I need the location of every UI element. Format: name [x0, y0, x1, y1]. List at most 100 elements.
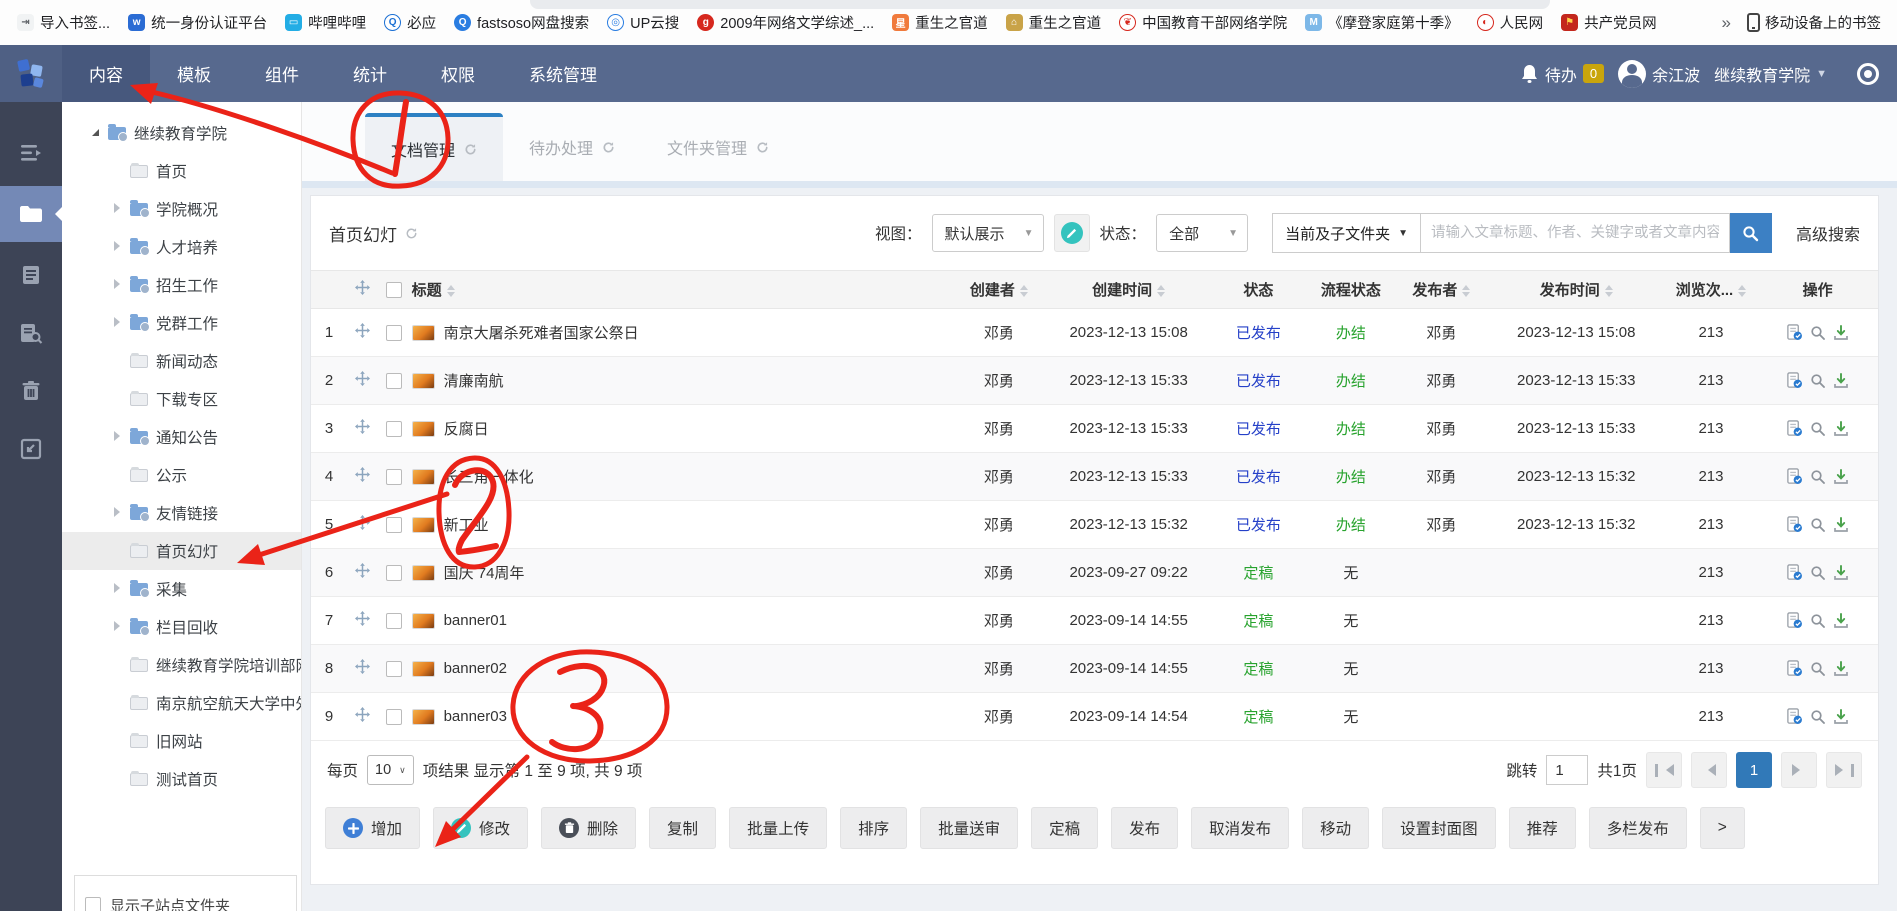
row-checkbox[interactable] [377, 308, 412, 357]
download-icon[interactable] [1833, 516, 1849, 533]
view-detail-search-icon[interactable] [1810, 325, 1826, 341]
bookmark-item[interactable]: ⌂ 重生之官道 [999, 8, 1109, 37]
bookmark-item[interactable]: g 2009年网络文学综述_... [690, 8, 881, 37]
action-button-取消发布[interactable]: 取消发布 [1191, 807, 1290, 849]
row-title-cell[interactable]: banner01 [411, 596, 951, 645]
user-menu[interactable]: 余江波 [1618, 59, 1700, 88]
bookmark-item[interactable]: w 统一身份认证平台 [121, 8, 274, 37]
refresh-icon[interactable] [405, 227, 418, 240]
bookmark-item[interactable]: 星重生之官道 [885, 8, 995, 37]
status-select[interactable]: 全部 ▼ [1156, 214, 1249, 252]
document-title[interactable]: 反腐日 [444, 418, 489, 439]
action-button-批量上传[interactable]: 批量上传 [729, 807, 828, 849]
row-move-handle[interactable] [347, 452, 378, 501]
col-header-创建时间[interactable]: 创建时间 [1047, 270, 1211, 309]
row-title-cell[interactable]: 清廉南航 [411, 356, 951, 405]
action-button-推荐[interactable]: 推荐 [1508, 807, 1576, 849]
row-checkbox[interactable] [377, 644, 412, 693]
preview-document-icon[interactable] [1786, 564, 1803, 581]
tree-item-首页幻灯[interactable]: 首页幻灯 [62, 532, 301, 570]
action-button-复制[interactable]: 复制 [649, 807, 717, 849]
document-title[interactable]: 国庆 74周年 [444, 562, 525, 583]
preview-document-icon[interactable] [1786, 708, 1803, 725]
download-icon[interactable] [1833, 324, 1849, 341]
preview-document-icon[interactable] [1786, 420, 1803, 437]
nav-item-模板[interactable]: 模板 [150, 45, 238, 102]
nav-item-系统管理[interactable]: 系统管理 [502, 45, 624, 102]
refresh-icon[interactable] [464, 143, 477, 156]
tree-caret-icon[interactable] [114, 314, 124, 332]
search-scope-select[interactable]: 当前及子文件夹 ▼ [1272, 213, 1420, 253]
last-page-button[interactable] [1826, 752, 1862, 788]
document-title[interactable]: 南京大屠杀死难者国家公祭日 [444, 322, 639, 343]
tree-item-新闻动态[interactable]: 新闻动态 [62, 342, 301, 380]
todo-notifications[interactable]: 待办 0 [1520, 62, 1605, 86]
mobile-bookmarks-folder[interactable]: 移动设备上的书签 [1747, 12, 1887, 33]
row-title-cell[interactable]: 反腐日 [411, 404, 951, 453]
select-all-checkbox[interactable] [377, 270, 412, 309]
view-detail-search-icon[interactable] [1810, 373, 1826, 389]
row-checkbox[interactable] [377, 404, 412, 453]
preview-document-icon[interactable] [1786, 516, 1803, 533]
edit-view-button[interactable] [1053, 214, 1090, 252]
bookmark-item[interactable]: ❦ 中国教育干部网络学院 [1112, 8, 1294, 37]
show-subsite-folders-option[interactable]: 显示子站点文件夹 [74, 875, 297, 911]
row-checkbox[interactable] [377, 452, 412, 501]
tree-caret-icon[interactable] [114, 428, 124, 446]
tree-item-南京航空航天大学中外合[interactable]: 南京航空航天大学中外合 [62, 684, 301, 722]
site-switcher[interactable]: 继续教育学院 ▼ [1714, 62, 1827, 86]
view-select[interactable]: 默认展示 ▼ [931, 214, 1044, 252]
tree-item-党群工作[interactable]: 党群工作 [62, 304, 301, 342]
tree-caret-icon[interactable] [114, 618, 124, 636]
view-detail-search-icon[interactable] [1810, 613, 1826, 629]
tab-文档管理[interactable]: 文档管理 [365, 113, 504, 181]
bookmark-item[interactable]: ◐ 人民网 [1470, 8, 1551, 37]
col-header-浏览次...[interactable]: 浏览次... [1664, 270, 1758, 309]
nav-item-权限[interactable]: 权限 [414, 45, 502, 102]
row-title-cell[interactable]: banner03 [411, 692, 951, 741]
rail-document-search-icon[interactable] [0, 308, 62, 358]
nav-item-统计[interactable]: 统计 [326, 45, 414, 102]
search-input[interactable] [1419, 213, 1730, 253]
more-actions-button[interactable]: > [1699, 807, 1745, 849]
action-button-排序[interactable]: 排序 [840, 807, 908, 849]
tree-caret-icon[interactable] [114, 276, 124, 294]
tree-item-继续教育学院培训部网站[interactable]: 继续教育学院培训部网站 [62, 646, 301, 684]
tree-item-公示[interactable]: 公示 [62, 456, 301, 494]
document-title[interactable]: banner02 [444, 660, 507, 677]
row-checkbox[interactable] [377, 692, 412, 741]
tab-待办处理[interactable]: 待办处理 [503, 113, 641, 181]
rail-menu-icon[interactable] [0, 128, 62, 178]
action-button-修改[interactable]: 修改 [433, 807, 529, 849]
document-title[interactable]: 新工业 [444, 514, 489, 535]
tree-caret-icon[interactable] [114, 580, 124, 598]
advanced-search-link[interactable]: 高级搜索 [1796, 221, 1860, 245]
action-button-设置封面图[interactable]: 设置封面图 [1382, 807, 1496, 849]
row-title-cell[interactable]: 南京大屠杀死难者国家公祭日 [411, 308, 951, 357]
tree-item-下载专区[interactable]: 下载专区 [62, 380, 301, 418]
download-icon[interactable] [1833, 564, 1849, 581]
tree-item-人才培养[interactable]: 人才培养 [62, 228, 301, 266]
bookmark-item[interactable]: M 《摩登家庭第十季》 [1298, 8, 1466, 37]
per-page-select[interactable]: 10 ∨ [367, 755, 414, 785]
row-checkbox[interactable] [377, 548, 412, 597]
document-title[interactable]: 长三角一体化 [444, 466, 534, 487]
download-icon[interactable] [1833, 372, 1849, 389]
row-move-handle[interactable] [347, 404, 378, 453]
row-move-handle[interactable] [347, 500, 378, 549]
preview-document-icon[interactable] [1786, 372, 1803, 389]
row-checkbox[interactable] [377, 596, 412, 645]
row-move-handle[interactable] [347, 308, 378, 357]
bookmarks-overflow-chevron[interactable]: » [1708, 13, 1743, 33]
refresh-icon[interactable] [602, 141, 615, 154]
download-icon[interactable] [1833, 420, 1849, 437]
bookmark-item[interactable]: ▭ 哔哩哔哩 [278, 8, 373, 37]
bookmark-item[interactable]: Q 必应 [377, 8, 443, 37]
tree-item-继续教育学院[interactable]: 继续教育学院 [62, 114, 301, 152]
row-title-cell[interactable]: 国庆 74周年 [411, 548, 951, 597]
tree-caret-icon[interactable] [114, 504, 124, 522]
view-detail-search-icon[interactable] [1810, 661, 1826, 677]
download-icon[interactable] [1833, 660, 1849, 677]
row-move-handle[interactable] [347, 356, 378, 405]
row-checkbox[interactable] [377, 356, 412, 405]
